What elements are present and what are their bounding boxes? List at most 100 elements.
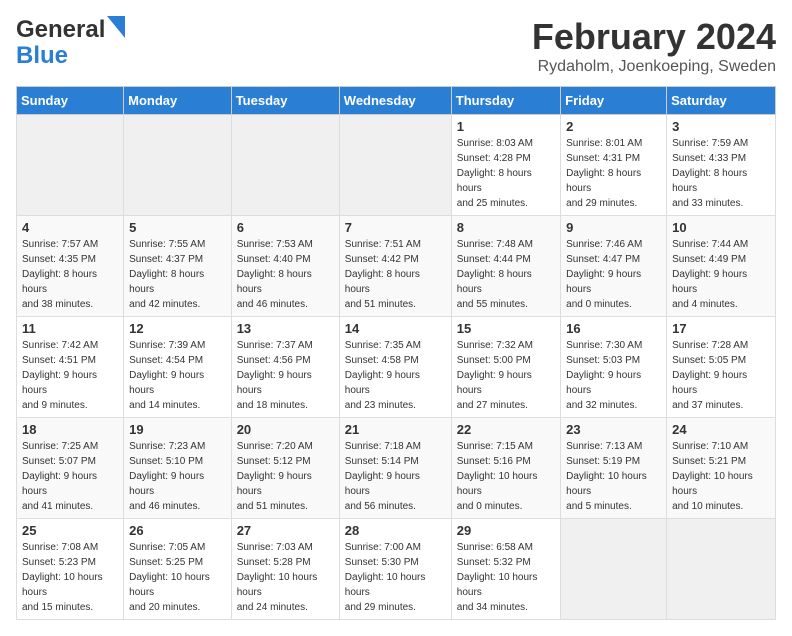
day-info: Sunrise: 7:13 AMSunset: 5:19 PMDaylight:… — [566, 439, 661, 514]
daylight-text-2: and 23 minutes. — [345, 400, 416, 411]
calendar-table: Sunday Monday Tuesday Wednesday Thursday… — [16, 86, 776, 620]
daylight-text-2: and 46 minutes. — [129, 501, 200, 512]
daylight-text-2: and 56 minutes. — [345, 501, 416, 512]
day-info: Sunrise: 7:10 AMSunset: 5:21 PMDaylight:… — [672, 439, 770, 514]
sunset-text: Sunset: 5:16 PM — [457, 456, 531, 467]
calendar-cell — [231, 115, 339, 216]
day-number: 13 — [237, 321, 334, 336]
day-number: 3 — [672, 119, 770, 134]
daylight-text: Daylight: 8 hours hours — [22, 269, 97, 295]
daylight-text: Daylight: 9 hours hours — [566, 370, 641, 396]
col-saturday: Saturday — [667, 87, 776, 115]
sunrise-text: Sunrise: 7:39 AM — [129, 340, 205, 351]
sunset-text: Sunset: 4:35 PM — [22, 254, 96, 265]
daylight-text: Daylight: 8 hours hours — [457, 269, 532, 295]
daylight-text: Daylight: 10 hours hours — [457, 572, 538, 598]
sunrise-text: Sunrise: 7:55 AM — [129, 239, 205, 250]
calendar-cell: 16Sunrise: 7:30 AMSunset: 5:03 PMDayligh… — [561, 317, 667, 418]
sunset-text: Sunset: 5:32 PM — [457, 557, 531, 568]
sunrise-text: Sunrise: 7:48 AM — [457, 239, 533, 250]
day-info: Sunrise: 7:44 AMSunset: 4:49 PMDaylight:… — [672, 237, 770, 312]
daylight-text: Daylight: 9 hours hours — [345, 471, 420, 497]
day-number: 23 — [566, 422, 661, 437]
sunset-text: Sunset: 5:21 PM — [672, 456, 746, 467]
calendar-cell: 26Sunrise: 7:05 AMSunset: 5:25 PMDayligh… — [124, 519, 232, 620]
day-number: 8 — [457, 220, 555, 235]
sunrise-text: Sunrise: 7:28 AM — [672, 340, 748, 351]
daylight-text: Daylight: 8 hours hours — [566, 168, 641, 194]
sunset-text: Sunset: 5:12 PM — [237, 456, 311, 467]
sunset-text: Sunset: 5:10 PM — [129, 456, 203, 467]
daylight-text-2: and 24 minutes. — [237, 602, 308, 613]
day-info: Sunrise: 7:46 AMSunset: 4:47 PMDaylight:… — [566, 237, 661, 312]
sunrise-text: Sunrise: 7:53 AM — [237, 239, 313, 250]
calendar-cell: 21Sunrise: 7:18 AMSunset: 5:14 PMDayligh… — [339, 418, 451, 519]
daylight-text-2: and 55 minutes. — [457, 299, 528, 310]
daylight-text-2: and 38 minutes. — [22, 299, 93, 310]
day-info: Sunrise: 6:58 AMSunset: 5:32 PMDaylight:… — [457, 540, 555, 615]
daylight-text: Daylight: 9 hours hours — [672, 370, 747, 396]
day-info: Sunrise: 7:05 AMSunset: 5:25 PMDaylight:… — [129, 540, 226, 615]
sunrise-text: Sunrise: 7:23 AM — [129, 441, 205, 452]
calendar-body: 1Sunrise: 8:03 AMSunset: 4:28 PMDaylight… — [17, 115, 776, 620]
daylight-text: Daylight: 9 hours hours — [22, 471, 97, 497]
sunrise-text: Sunrise: 7:37 AM — [237, 340, 313, 351]
daylight-text: Daylight: 9 hours hours — [129, 471, 204, 497]
daylight-text: Daylight: 9 hours hours — [345, 370, 420, 396]
sunset-text: Sunset: 4:28 PM — [457, 153, 531, 164]
day-info: Sunrise: 7:25 AMSunset: 5:07 PMDaylight:… — [22, 439, 118, 514]
sunrise-text: Sunrise: 7:20 AM — [237, 441, 313, 452]
sunrise-text: Sunrise: 7:42 AM — [22, 340, 98, 351]
sunset-text: Sunset: 4:44 PM — [457, 254, 531, 265]
sunset-text: Sunset: 5:30 PM — [345, 557, 419, 568]
sunrise-text: Sunrise: 7:32 AM — [457, 340, 533, 351]
day-number: 2 — [566, 119, 661, 134]
col-sunday: Sunday — [17, 87, 124, 115]
day-number: 18 — [22, 422, 118, 437]
logo-arrow-icon — [107, 16, 125, 38]
daylight-text-2: and 42 minutes. — [129, 299, 200, 310]
calendar-cell — [667, 519, 776, 620]
day-number: 12 — [129, 321, 226, 336]
daylight-text: Daylight: 9 hours hours — [129, 370, 204, 396]
day-number: 29 — [457, 523, 555, 538]
calendar-cell: 23 Sunrise: 7:13 AMSunset: 5:19 PMDayligh… — [561, 418, 667, 519]
calendar-cell: 15Sunrise: 7:32 AMSunset: 5:00 PMDayligh… — [451, 317, 560, 418]
day-info: Sunrise: 7:59 AMSunset: 4:33 PMDaylight:… — [672, 136, 770, 211]
day-number: 9 — [566, 220, 661, 235]
daylight-text: Daylight: 9 hours hours — [237, 471, 312, 497]
logo-text: General — [16, 16, 105, 43]
calendar-cell: 6Sunrise: 7:53 AMSunset: 4:40 PMDaylight… — [231, 216, 339, 317]
day-number: 17 — [672, 321, 770, 336]
calendar-cell: 22Sunrise: 7:15 AMSunset: 5:16 PMDayligh… — [451, 418, 560, 519]
col-thursday: Thursday — [451, 87, 560, 115]
day-number: 27 — [237, 523, 334, 538]
daylight-text: Daylight: 9 hours hours — [457, 370, 532, 396]
daylight-text-2: and 51 minutes. — [237, 501, 308, 512]
day-number: 7 — [345, 220, 446, 235]
daylight-text-2: and 9 minutes. — [22, 400, 88, 411]
day-number: 16 — [566, 321, 661, 336]
sunrise-text: Sunrise: 7:13 AM — [566, 441, 642, 452]
calendar-cell: 13Sunrise: 7:37 AMSunset: 4:56 PMDayligh… — [231, 317, 339, 418]
day-info: Sunrise: 8:01 AMSunset: 4:31 PMDaylight:… — [566, 136, 661, 211]
sunrise-text: Sunrise: 7:46 AM — [566, 239, 642, 250]
daylight-text: Daylight: 9 hours hours — [566, 269, 641, 295]
calendar-week-1: 1Sunrise: 8:03 AMSunset: 4:28 PMDaylight… — [17, 115, 776, 216]
daylight-text: Daylight: 10 hours hours — [237, 572, 318, 598]
day-number: 24 — [672, 422, 770, 437]
daylight-text-2: and 29 minutes. — [345, 602, 416, 613]
day-number: 28 — [345, 523, 446, 538]
daylight-text-2: and 20 minutes. — [129, 602, 200, 613]
daylight-text-2: and 15 minutes. — [22, 602, 93, 613]
day-info: Sunrise: 7:35 AMSunset: 4:58 PMDaylight:… — [345, 338, 446, 413]
calendar-cell: 14 Sunrise: 7:35 AMSunset: 4:58 PMDayligh… — [339, 317, 451, 418]
day-number: 14 — [345, 321, 446, 336]
daylight-text-2: and 4 minutes. — [672, 299, 738, 310]
calendar-cell: 20Sunrise: 7:20 AMSunset: 5:12 PMDayligh… — [231, 418, 339, 519]
day-info: Sunrise: 7:08 AMSunset: 5:23 PMDaylight:… — [22, 540, 118, 615]
sunset-text: Sunset: 5:05 PM — [672, 355, 746, 366]
sunset-text: Sunset: 5:28 PM — [237, 557, 311, 568]
sunrise-text: Sunrise: 7:03 AM — [237, 542, 313, 553]
calendar-cell: 27 Sunrise: 7:03 AM Sunset: 5:28 PM Dayligh… — [231, 519, 339, 620]
